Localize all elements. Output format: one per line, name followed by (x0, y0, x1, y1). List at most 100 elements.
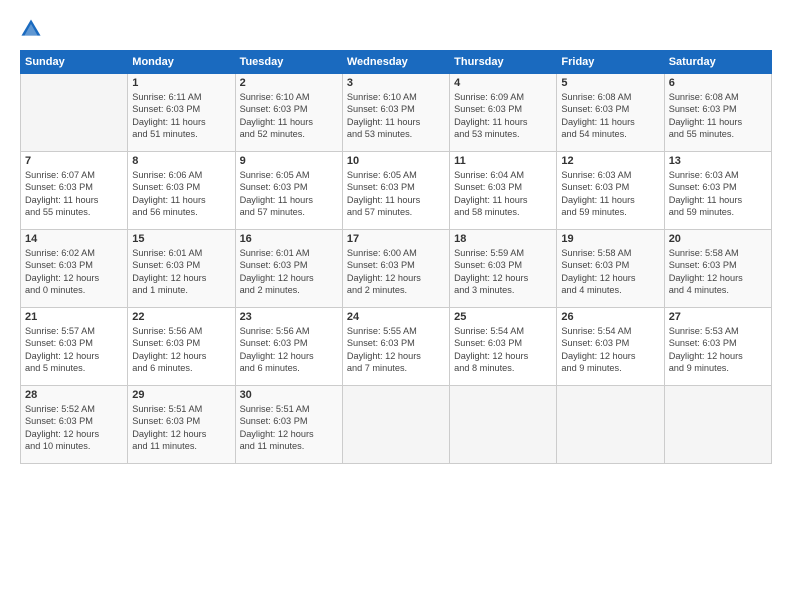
calendar-cell (557, 386, 664, 464)
day-info: Sunrise: 6:05 AM Sunset: 6:03 PM Dayligh… (240, 169, 338, 219)
header (20, 18, 772, 40)
day-number: 1 (132, 77, 230, 89)
day-info: Sunrise: 6:08 AM Sunset: 6:03 PM Dayligh… (669, 91, 767, 141)
day-number: 22 (132, 311, 230, 323)
calendar-cell: 21 Sunrise: 5:57 AM Sunset: 6:03 PM Dayli… (21, 308, 128, 386)
day-number: 24 (347, 311, 445, 323)
day-header-saturday: Saturday (664, 51, 771, 74)
calendar-cell: 22 Sunrise: 5:56 AM Sunset: 6:03 PM Dayli… (128, 308, 235, 386)
calendar-cell: 5 Sunrise: 6:08 AM Sunset: 6:03 PM Daylig… (557, 74, 664, 152)
day-number: 14 (25, 233, 123, 245)
day-number: 5 (561, 77, 659, 89)
day-info: Sunrise: 6:01 AM Sunset: 6:03 PM Dayligh… (132, 247, 230, 297)
calendar-cell: 24Sunrise: 5:55 AM Sunset: 6:03 PM Dayli… (342, 308, 449, 386)
calendar-cell: 15Sunrise: 6:01 AM Sunset: 6:03 PM Dayli… (128, 230, 235, 308)
day-info: Sunrise: 6:08 AM Sunset: 6:03 PM Dayligh… (561, 91, 659, 141)
calendar-cell: 1 Sunrise: 6:11 AM Sunset: 6:03 PM Daylig… (128, 74, 235, 152)
calendar-cell: 12 Sunrise: 6:03 AM Sunset: 6:03 PM Dayli… (557, 152, 664, 230)
day-number: 29 (132, 389, 230, 401)
day-info: Sunrise: 6:10 AM Sunset: 6:03 PM Dayligh… (347, 91, 445, 141)
day-info: Sunrise: 6:01 AM Sunset: 6:03 PM Dayligh… (240, 247, 338, 297)
calendar-cell: 10Sunrise: 6:05 AM Sunset: 6:03 PM Dayli… (342, 152, 449, 230)
calendar-cell (342, 386, 449, 464)
day-info: Sunrise: 6:04 AM Sunset: 6:03 PM Dayligh… (454, 169, 552, 219)
day-header-friday: Friday (557, 51, 664, 74)
day-info: Sunrise: 6:03 AM Sunset: 6:03 PM Dayligh… (561, 169, 659, 219)
calendar-cell: 25 Sunrise: 5:54 AM Sunset: 6:03 PM Dayli… (450, 308, 557, 386)
calendar-cell: 4 Sunrise: 6:09 AM Sunset: 6:03 PM Daylig… (450, 74, 557, 152)
day-number: 16 (240, 233, 338, 245)
calendar-week-2: 14 Sunrise: 6:02 AM Sunset: 6:03 PM Dayli… (21, 230, 772, 308)
page: SundayMondayTuesdayWednesdayThursdayFrid… (0, 0, 792, 612)
calendar-cell: 18 Sunrise: 5:59 AM Sunset: 6:03 PM Dayli… (450, 230, 557, 308)
day-number: 27 (669, 311, 767, 323)
day-header-monday: Monday (128, 51, 235, 74)
calendar-cell: 6 Sunrise: 6:08 AM Sunset: 6:03 PM Daylig… (664, 74, 771, 152)
day-info: Sunrise: 6:06 AM Sunset: 6:03 PM Dayligh… (132, 169, 230, 219)
day-number: 28 (25, 389, 123, 401)
day-info: Sunrise: 6:02 AM Sunset: 6:03 PM Dayligh… (25, 247, 123, 297)
logo-icon (20, 18, 42, 40)
day-header-thursday: Thursday (450, 51, 557, 74)
day-number: 8 (132, 155, 230, 167)
calendar-cell: 7 Sunrise: 6:07 AM Sunset: 6:03 PM Daylig… (21, 152, 128, 230)
day-info: Sunrise: 6:11 AM Sunset: 6:03 PM Dayligh… (132, 91, 230, 141)
calendar-cell: 8 Sunrise: 6:06 AM Sunset: 6:03 PM Daylig… (128, 152, 235, 230)
day-info: Sunrise: 5:59 AM Sunset: 6:03 PM Dayligh… (454, 247, 552, 297)
day-info: Sunrise: 5:56 AM Sunset: 6:03 PM Dayligh… (240, 325, 338, 375)
day-info: Sunrise: 5:56 AM Sunset: 6:03 PM Dayligh… (132, 325, 230, 375)
calendar-cell: 23 Sunrise: 5:56 AM Sunset: 6:03 PM Dayli… (235, 308, 342, 386)
day-info: Sunrise: 6:03 AM Sunset: 6:03 PM Dayligh… (669, 169, 767, 219)
day-info: Sunrise: 5:58 AM Sunset: 6:03 PM Dayligh… (561, 247, 659, 297)
calendar-cell: 2Sunrise: 6:10 AM Sunset: 6:03 PM Daylig… (235, 74, 342, 152)
day-info: Sunrise: 5:58 AM Sunset: 6:03 PM Dayligh… (669, 247, 767, 297)
calendar-week-3: 21 Sunrise: 5:57 AM Sunset: 6:03 PM Dayli… (21, 308, 772, 386)
day-number: 13 (669, 155, 767, 167)
day-number: 18 (454, 233, 552, 245)
day-number: 30 (240, 389, 338, 401)
day-info: Sunrise: 6:10 AM Sunset: 6:03 PM Dayligh… (240, 91, 338, 141)
calendar-cell: 30 Sunrise: 5:51 AM Sunset: 6:03 PM Dayli… (235, 386, 342, 464)
calendar-cell: 19 Sunrise: 5:58 AM Sunset: 6:03 PM Dayli… (557, 230, 664, 308)
calendar-cell: 14 Sunrise: 6:02 AM Sunset: 6:03 PM Dayli… (21, 230, 128, 308)
day-number: 4 (454, 77, 552, 89)
day-info: Sunrise: 6:00 AM Sunset: 6:03 PM Dayligh… (347, 247, 445, 297)
calendar-cell: 17 Sunrise: 6:00 AM Sunset: 6:03 PM Dayli… (342, 230, 449, 308)
calendar-cell: 29 Sunrise: 5:51 AM Sunset: 6:03 PM Dayli… (128, 386, 235, 464)
day-number: 17 (347, 233, 445, 245)
day-number: 25 (454, 311, 552, 323)
day-info: Sunrise: 5:51 AM Sunset: 6:03 PM Dayligh… (240, 403, 338, 453)
day-info: Sunrise: 6:07 AM Sunset: 6:03 PM Dayligh… (25, 169, 123, 219)
calendar-cell: 11 Sunrise: 6:04 AM Sunset: 6:03 PM Dayli… (450, 152, 557, 230)
day-info: Sunrise: 5:54 AM Sunset: 6:03 PM Dayligh… (454, 325, 552, 375)
calendar-cell: 3Sunrise: 6:10 AM Sunset: 6:03 PM Daylig… (342, 74, 449, 152)
calendar-cell: 27 Sunrise: 5:53 AM Sunset: 6:03 PM Dayli… (664, 308, 771, 386)
calendar-week-4: 28Sunrise: 5:52 AM Sunset: 6:03 PM Dayli… (21, 386, 772, 464)
calendar-cell (21, 74, 128, 152)
day-number: 12 (561, 155, 659, 167)
day-number: 6 (669, 77, 767, 89)
day-number: 21 (25, 311, 123, 323)
day-info: Sunrise: 5:57 AM Sunset: 6:03 PM Dayligh… (25, 325, 123, 375)
day-info: Sunrise: 5:51 AM Sunset: 6:03 PM Dayligh… (132, 403, 230, 453)
day-number: 9 (240, 155, 338, 167)
day-number: 26 (561, 311, 659, 323)
day-info: Sunrise: 6:05 AM Sunset: 6:03 PM Dayligh… (347, 169, 445, 219)
day-info: Sunrise: 6:09 AM Sunset: 6:03 PM Dayligh… (454, 91, 552, 141)
calendar-cell: 26Sunrise: 5:54 AM Sunset: 6:03 PM Dayli… (557, 308, 664, 386)
day-number: 19 (561, 233, 659, 245)
calendar-cell (664, 386, 771, 464)
day-header-wednesday: Wednesday (342, 51, 449, 74)
day-number: 11 (454, 155, 552, 167)
day-header-sunday: Sunday (21, 51, 128, 74)
calendar-cell: 9 Sunrise: 6:05 AM Sunset: 6:03 PM Daylig… (235, 152, 342, 230)
calendar-body: 1 Sunrise: 6:11 AM Sunset: 6:03 PM Daylig… (21, 74, 772, 464)
day-number: 7 (25, 155, 123, 167)
logo (20, 18, 46, 40)
calendar-cell: 16 Sunrise: 6:01 AM Sunset: 6:03 PM Dayli… (235, 230, 342, 308)
day-number: 20 (669, 233, 767, 245)
day-number: 23 (240, 311, 338, 323)
day-info: Sunrise: 5:53 AM Sunset: 6:03 PM Dayligh… (669, 325, 767, 375)
calendar-header: SundayMondayTuesdayWednesdayThursdayFrid… (21, 51, 772, 74)
calendar-cell: 13 Sunrise: 6:03 AM Sunset: 6:03 PM Dayli… (664, 152, 771, 230)
